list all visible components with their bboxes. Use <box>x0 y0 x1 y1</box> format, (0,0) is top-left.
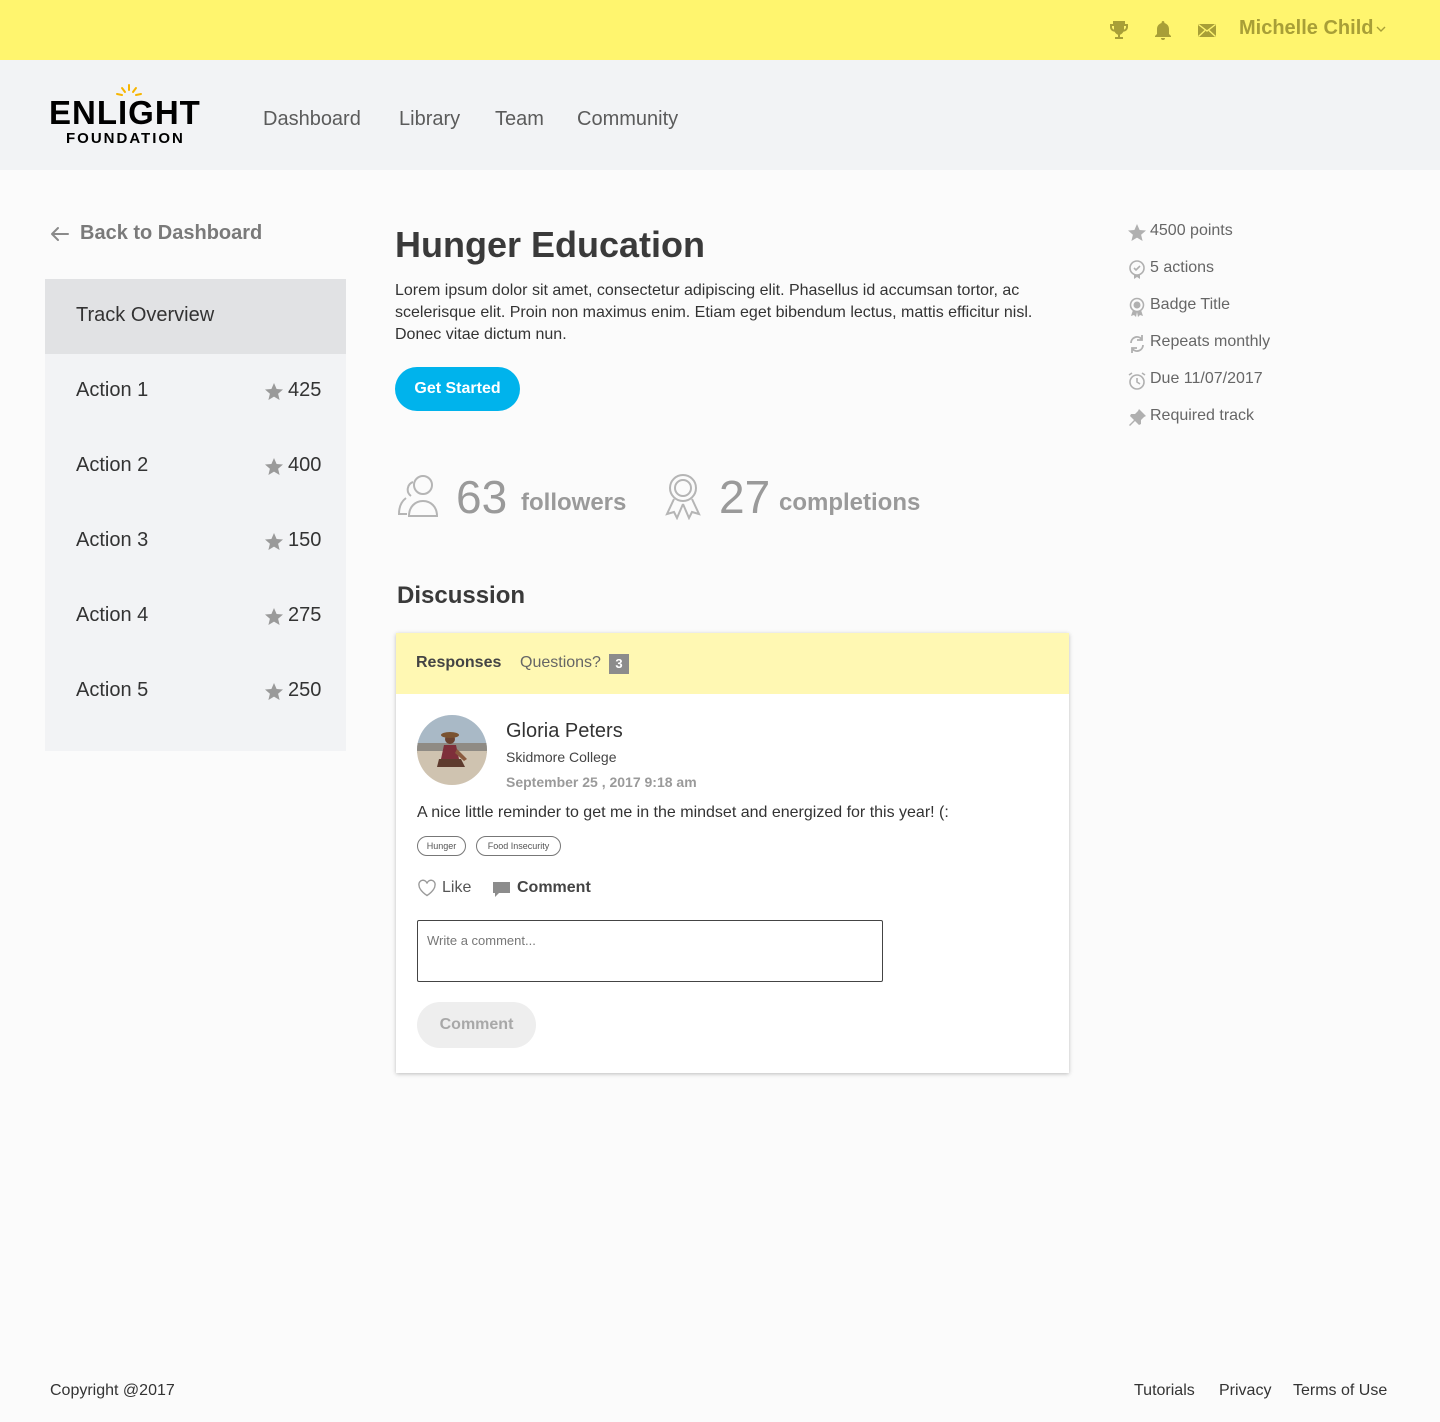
page-title: Hunger Education <box>395 224 706 265</box>
alarm-clock-icon <box>1128 372 1146 390</box>
meta-points-text: 4500 points <box>1150 222 1233 239</box>
nav-library[interactable]: Library <box>399 108 460 131</box>
completions-label: completions <box>779 489 921 516</box>
sidebar-item-action-4[interactable]: Action 4 275 <box>45 579 346 654</box>
star-icon <box>1128 224 1146 241</box>
action-name: Action 5 <box>76 679 149 701</box>
action-points: 275 <box>288 604 322 626</box>
questions-count-badge: 3 <box>609 654 629 674</box>
action-name: Action 4 <box>76 604 149 626</box>
action-name: Action 2 <box>76 454 149 476</box>
star-icon <box>265 533 283 550</box>
action-points: 150 <box>288 529 322 551</box>
submit-comment-button[interactable]: Comment <box>417 1002 536 1048</box>
followers-label: followers <box>521 489 627 516</box>
badge-icon <box>1129 297 1145 317</box>
track-sidebar: Track Overview Action 1 425 Action 2 400… <box>45 279 346 751</box>
star-icon <box>265 458 283 475</box>
logo-subtitle: FOUNDATION <box>66 130 185 147</box>
pin-icon <box>1129 409 1146 426</box>
tab-responses[interactable]: Responses <box>416 654 501 672</box>
tag-hunger[interactable]: Hunger <box>417 836 466 856</box>
star-icon <box>265 608 283 625</box>
discussion-title: Discussion <box>397 582 526 609</box>
tag-food-insecurity[interactable]: Food Insecurity <box>476 836 561 856</box>
logo-wordmark: ENLIGHT <box>49 94 201 131</box>
action-points: 250 <box>288 679 322 701</box>
award-ribbon-icon <box>665 474 701 520</box>
track-description: Lorem ipsum dolor sit amet, consectetur … <box>395 282 1033 343</box>
mail-icon[interactable] <box>1196 19 1218 41</box>
sidebar-item-track-overview[interactable]: Track Overview <box>45 279 346 354</box>
nav-community[interactable]: Community <box>577 108 678 131</box>
copyright: Copyright @2017 <box>50 1382 175 1399</box>
speech-bubble-icon <box>493 882 510 897</box>
footer-link-tutorials[interactable]: Tutorials <box>1134 1382 1195 1400</box>
chevron-down-icon[interactable] <box>1376 24 1386 34</box>
followers-count: 63 <box>456 471 508 523</box>
top-bar: Michelle Child <box>0 0 1440 60</box>
avatar-photo <box>417 715 487 785</box>
action-points: 400 <box>288 454 322 476</box>
tab-questions[interactable]: Questions? <box>520 654 601 672</box>
sidebar-item-label: Track Overview <box>76 304 215 326</box>
discussion-tabs: Responses Questions? 3 <box>396 633 1069 694</box>
star-icon <box>265 683 283 700</box>
sidebar-item-action-2[interactable]: Action 2 400 <box>45 429 346 504</box>
discussion-card: Responses Questions? 3 Gloria Peters Ski… <box>396 633 1069 1073</box>
post-author[interactable]: Gloria Peters <box>506 720 623 743</box>
repeat-icon <box>1130 335 1144 353</box>
footer-link-privacy[interactable]: Privacy <box>1219 1382 1271 1400</box>
completions-count: 27 <box>719 471 771 523</box>
post-date: September 25 , 2017 9:18 am <box>506 774 697 790</box>
post-text: A nice little reminder to get me in the … <box>417 804 949 821</box>
main-nav: ENLIGHT FOUNDATION Dashboard Library Tea… <box>0 60 1440 170</box>
meta-due-text: Due 11/07/2017 <box>1150 370 1263 387</box>
sidebar-item-action-5[interactable]: Action 5 250 <box>45 654 346 729</box>
footer-link-terms[interactable]: Terms of Use <box>1293 1382 1387 1400</box>
arrow-left-icon <box>51 227 69 241</box>
meta-repeats-text: Repeats monthly <box>1150 333 1271 350</box>
sidebar-item-action-3[interactable]: Action 3 150 <box>45 504 346 579</box>
action-name: Action 3 <box>76 529 149 551</box>
comment-input[interactable] <box>417 920 883 982</box>
meta-badge-text: Badge Title <box>1150 296 1231 313</box>
user-menu[interactable]: Michelle Child <box>1239 17 1373 40</box>
back-label: Back to Dashboard <box>80 222 263 244</box>
comment-label: Comment <box>517 879 591 896</box>
avatar[interactable] <box>417 715 487 785</box>
action-points: 425 <box>288 379 322 401</box>
action-name: Action 1 <box>76 379 149 401</box>
meta-actions-text: 5 actions <box>1150 259 1215 276</box>
bell-icon[interactable] <box>1152 19 1174 41</box>
enlight-logo[interactable]: ENLIGHT FOUNDATION <box>48 84 218 148</box>
post-college: Skidmore College <box>506 749 617 765</box>
star-icon <box>265 383 283 400</box>
nav-team[interactable]: Team <box>495 108 544 131</box>
meta-required-text: Required track <box>1150 407 1255 424</box>
like-label: Like <box>442 879 472 896</box>
followers-icon <box>397 475 439 517</box>
actions-icon <box>1129 260 1145 279</box>
nav-dashboard[interactable]: Dashboard <box>263 108 361 131</box>
get-started-button[interactable]: Get Started <box>395 367 520 411</box>
sidebar-item-action-1[interactable]: Action 1 425 <box>45 354 346 429</box>
trophy-icon[interactable] <box>1108 19 1130 41</box>
heart-icon <box>418 879 436 897</box>
